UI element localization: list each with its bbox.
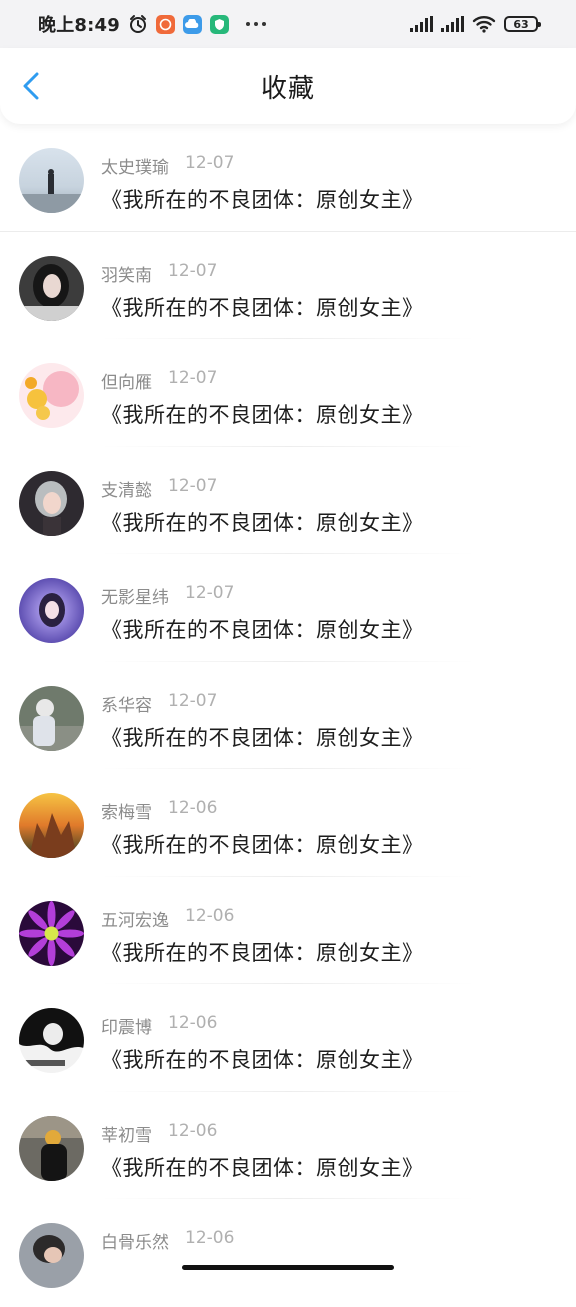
shield-icon [210, 15, 229, 34]
home-indicator[interactable] [182, 1265, 394, 1270]
item-meta: 无影星纬 12-07 [101, 583, 234, 608]
item-meta: 但向雁 12-07 [101, 368, 217, 393]
user-name[interactable]: 五河宏逸 [101, 906, 169, 931]
book-title[interactable]: 《我所在的不良团体：原创女主》 [101, 292, 424, 322]
item-date: 12-07 [185, 583, 234, 608]
list-item[interactable]: 五河宏逸 12-06 《我所在的不良团体：原创女主》 [0, 877, 576, 985]
item-date: 12-07 [168, 261, 217, 286]
app-notification-icon [156, 15, 175, 34]
user-name[interactable]: 索梅雪 [101, 798, 152, 823]
user-name[interactable]: 支清懿 [101, 476, 152, 501]
book-title[interactable]: 《我所在的不良团体：原创女主》 [101, 399, 424, 429]
alarm-clock-icon [128, 14, 148, 34]
book-title[interactable]: 《我所在的不良团体：原创女主》 [101, 829, 424, 859]
status-bar: 晚上8:49 63 [0, 0, 576, 48]
item-date: 12-06 [168, 1013, 217, 1038]
list-item[interactable]: 但向雁 12-07 《我所在的不良团体：原创女主》 [0, 339, 576, 447]
status-system-icons: 63 [410, 15, 538, 33]
item-date: 12-06 [185, 906, 234, 931]
avatar[interactable] [19, 1116, 84, 1181]
avatar[interactable] [19, 256, 84, 321]
list-item[interactable]: 白骨乐然 12-06 [0, 1199, 576, 1307]
book-title[interactable]: 《我所在的不良团体：原创女主》 [101, 614, 424, 644]
book-title[interactable]: 《我所在的不良团体：原创女主》 [101, 507, 424, 537]
list-item[interactable]: 太史璞瑜 12-07 《我所在的不良团体：原创女主》 [0, 124, 576, 232]
book-title[interactable]: 《我所在的不良团体：原创女主》 [101, 184, 424, 214]
avatar[interactable] [19, 793, 84, 858]
avatar[interactable] [19, 148, 84, 213]
back-button[interactable] [14, 68, 48, 104]
list-item[interactable]: 支清懿 12-07 《我所在的不良团体：原创女主》 [0, 447, 576, 555]
item-date: 12-07 [168, 691, 217, 716]
user-name[interactable]: 但向雁 [101, 368, 152, 393]
item-meta: 索梅雪 12-06 [101, 798, 217, 823]
list-item[interactable]: 印震博 12-06 《我所在的不良团体：原创女主》 [0, 984, 576, 1092]
avatar[interactable] [19, 686, 84, 751]
signal-hd-1-icon [410, 16, 433, 32]
list-item[interactable]: 莘初雪 12-06 《我所在的不良团体：原创女主》 [0, 1092, 576, 1200]
user-name[interactable]: 印震博 [101, 1013, 152, 1038]
page-title: 收藏 [261, 68, 315, 105]
nav-bar: 收藏 [0, 48, 576, 124]
signal-hd-2-icon [441, 16, 464, 32]
wifi-icon [472, 15, 496, 33]
list-item[interactable]: 系华容 12-07 《我所在的不良团体：原创女主》 [0, 662, 576, 770]
avatar[interactable] [19, 901, 84, 966]
item-date: 12-06 [185, 1228, 234, 1253]
avatar[interactable] [19, 1008, 84, 1073]
item-meta: 系华容 12-07 [101, 691, 217, 716]
item-meta: 太史璞瑜 12-07 [101, 153, 234, 178]
list-item[interactable]: 无影星纬 12-07 《我所在的不良团体：原创女主》 [0, 554, 576, 662]
cloud-icon [183, 15, 202, 34]
user-name[interactable]: 太史璞瑜 [101, 153, 169, 178]
item-date: 12-07 [168, 476, 217, 501]
item-meta: 支清懿 12-07 [101, 476, 217, 501]
list-item[interactable]: 索梅雪 12-06 《我所在的不良团体：原创女主》 [0, 769, 576, 877]
user-name[interactable]: 羽笑南 [101, 261, 152, 286]
item-meta: 白骨乐然 12-06 [101, 1228, 234, 1253]
user-name[interactable]: 无影星纬 [101, 583, 169, 608]
item-meta: 印震博 12-06 [101, 1013, 217, 1038]
item-date: 12-06 [168, 1121, 217, 1146]
item-meta: 五河宏逸 12-06 [101, 906, 234, 931]
item-meta: 羽笑南 12-07 [101, 261, 217, 286]
battery-icon: 63 [504, 16, 538, 32]
user-name[interactable]: 莘初雪 [101, 1121, 152, 1146]
book-title[interactable]: 《我所在的不良团体：原创女主》 [101, 1152, 424, 1182]
item-date: 12-07 [185, 153, 234, 178]
book-title[interactable]: 《我所在的不良团体：原创女主》 [101, 1044, 424, 1074]
book-title[interactable]: 《我所在的不良团体：原创女主》 [101, 722, 424, 752]
avatar[interactable] [19, 1223, 84, 1288]
user-name[interactable]: 白骨乐然 [101, 1228, 169, 1253]
avatar[interactable] [19, 471, 84, 536]
status-time: 晚上8:49 [38, 11, 120, 37]
list-item[interactable]: 羽笑南 12-07 《我所在的不良团体：原创女主》 [0, 232, 576, 340]
chevron-left-icon [22, 72, 40, 100]
item-date: 12-07 [168, 368, 217, 393]
status-notification-icons [128, 14, 267, 34]
item-meta: 莘初雪 12-06 [101, 1121, 217, 1146]
favorites-list: 太史璞瑜 12-07 《我所在的不良团体：原创女主》 羽笑南 12-07 《我所… [0, 124, 576, 1307]
item-date: 12-06 [168, 798, 217, 823]
avatar[interactable] [19, 578, 84, 643]
user-name[interactable]: 系华容 [101, 691, 152, 716]
avatar[interactable] [19, 363, 84, 428]
more-dots-icon [245, 21, 267, 27]
book-title[interactable]: 《我所在的不良团体：原创女主》 [101, 937, 424, 967]
battery-level: 63 [513, 18, 528, 31]
